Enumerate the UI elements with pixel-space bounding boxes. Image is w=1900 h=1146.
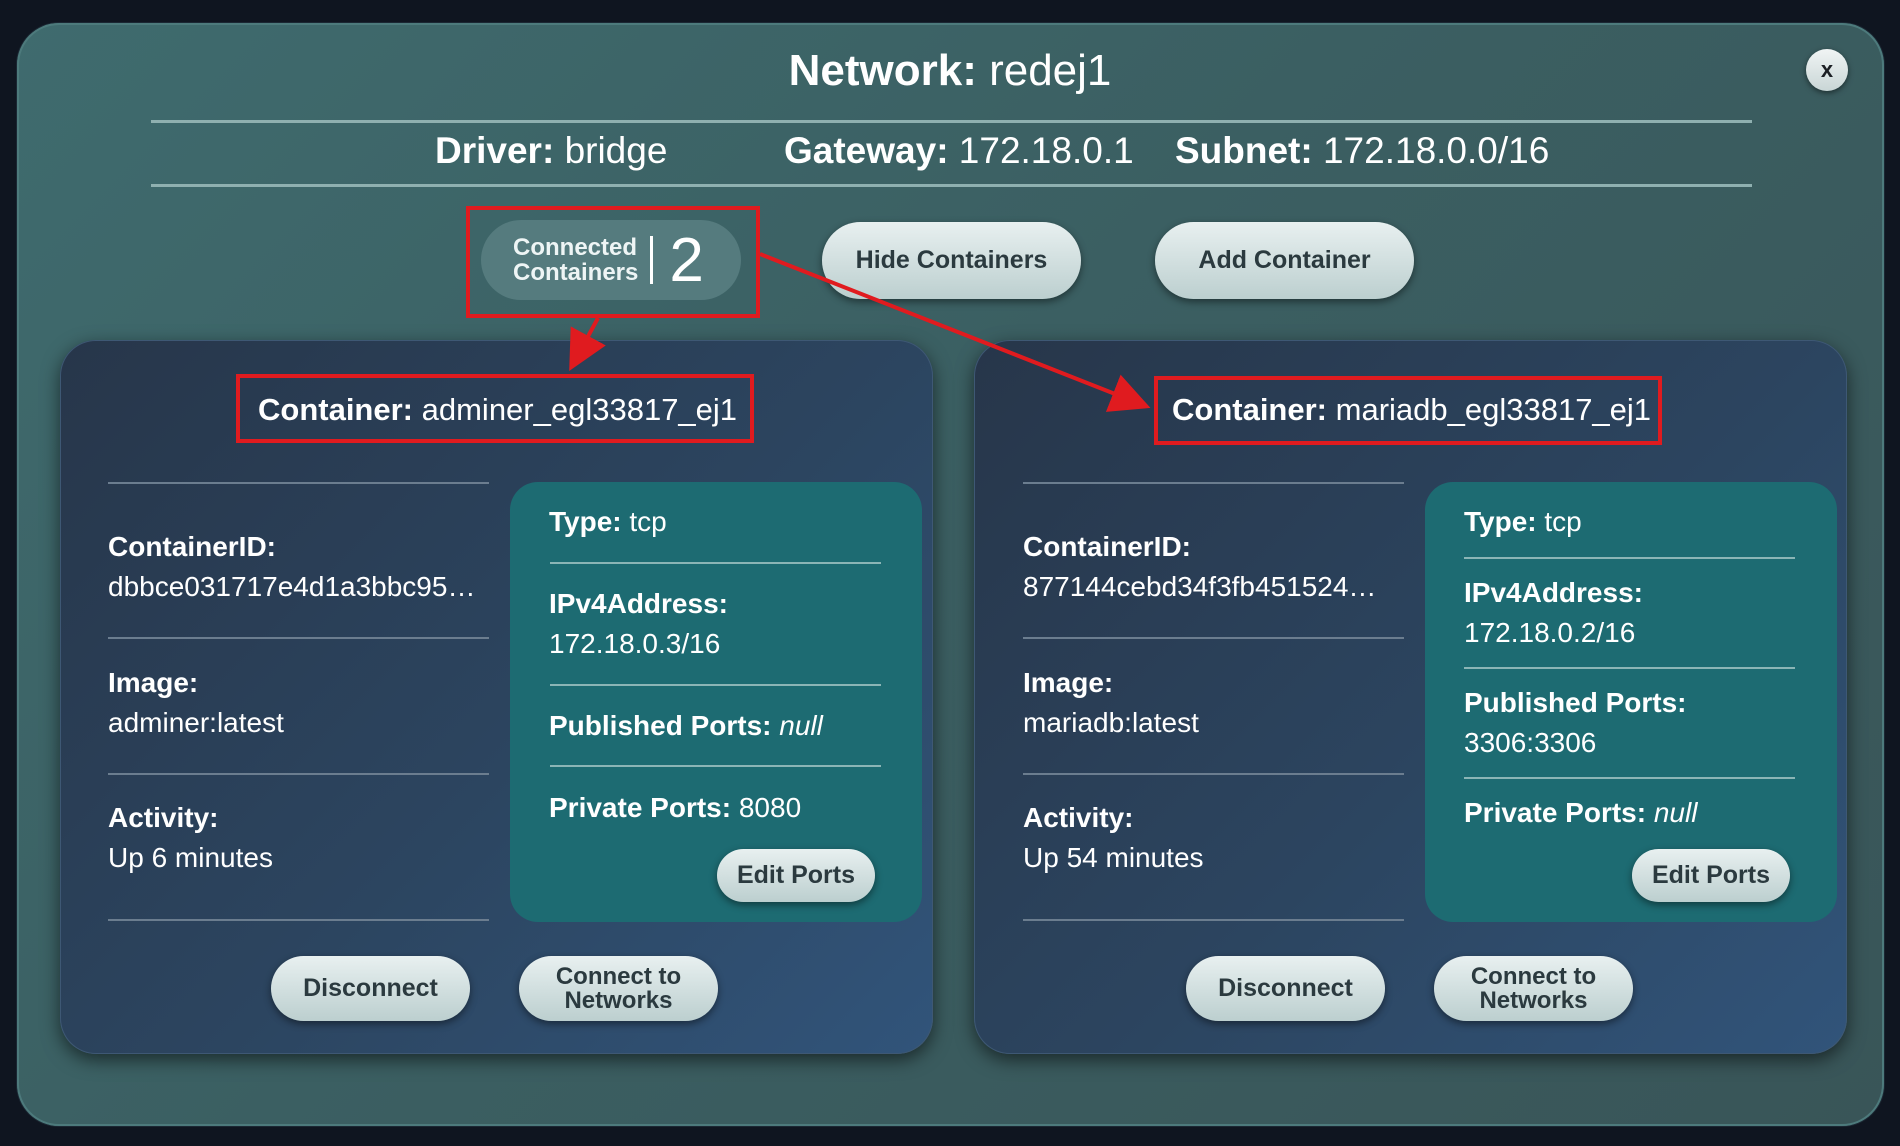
card-divider — [108, 919, 489, 921]
private-ports-info: Private Ports: 8080 — [549, 788, 801, 828]
subnet-info: Subnet: 172.18.0.0/16 — [1175, 130, 1549, 172]
gateway-value: 172.18.0.1 — [958, 130, 1134, 171]
image-label: Image: — [1023, 667, 1114, 698]
container-id: ContainerID: dbbce031717e4d1a3bbc95… — [108, 527, 475, 607]
ipv4-info: IPv4Address: 172.18.0.2/16 — [1464, 573, 1643, 653]
ipv4-label: IPv4Address: — [549, 588, 728, 619]
driver-label: Driver: — [435, 130, 555, 171]
private-ports-value: null — [1653, 797, 1698, 828]
card-divider — [1023, 637, 1404, 639]
container-image: Image: mariadb:latest — [1023, 663, 1199, 743]
highlight-connected-containers — [466, 206, 760, 318]
container-activity: Activity: Up 6 minutes — [108, 798, 273, 878]
container-id: ContainerID: 877144cebd34f3fb451524… — [1023, 527, 1376, 607]
published-ports-value: 3306:3306 — [1464, 727, 1597, 758]
type-label: Type: — [1464, 506, 1537, 537]
private-ports-label: Private Ports: — [549, 792, 732, 823]
container-id-label: ContainerID: — [1023, 531, 1191, 562]
connect-to-networks-button[interactable]: Connect to Networks — [519, 956, 718, 1021]
image-value: mariadb:latest — [1023, 707, 1199, 738]
type-info: Type: tcp — [549, 502, 667, 542]
type-value: tcp — [1544, 506, 1582, 537]
private-ports-value: 8080 — [738, 792, 802, 823]
ports-divider — [550, 765, 881, 767]
connect-line2: Networks — [564, 986, 673, 1014]
hide-containers-button[interactable]: Hide Containers — [822, 222, 1081, 299]
connect-to-networks-button[interactable]: Connect to Networks — [1434, 956, 1633, 1021]
connect-line1: Connect to — [555, 962, 682, 990]
divider-bottom — [151, 184, 1752, 187]
container-id-value: dbbce031717e4d1a3bbc95… — [108, 571, 476, 602]
card-divider — [1023, 482, 1404, 484]
card-divider — [1023, 919, 1404, 921]
subnet-value: 172.18.0.0/16 — [1322, 130, 1550, 171]
ports-divider — [550, 562, 881, 564]
subnet-label: Subnet: — [1175, 130, 1313, 171]
activity-label: Activity: — [108, 802, 219, 833]
highlight-container-mariadb — [1154, 376, 1662, 445]
card-divider — [108, 773, 489, 775]
published-ports-label: Published Ports: — [549, 710, 772, 741]
add-container-button[interactable]: Add Container — [1155, 222, 1414, 299]
private-ports-info: Private Ports: null — [1464, 793, 1697, 833]
card-divider — [108, 637, 489, 639]
published-ports-info: Published Ports: 3306:3306 — [1464, 683, 1686, 763]
type-info: Type: tcp — [1464, 502, 1582, 542]
activity-value: Up 54 minutes — [1023, 842, 1204, 873]
highlight-container-adminer — [236, 374, 754, 443]
ports-divider — [550, 684, 881, 686]
edit-ports-button[interactable]: Edit Ports — [1632, 849, 1790, 902]
ipv4-info: IPv4Address: 172.18.0.3/16 — [549, 584, 728, 664]
image-label: Image: — [108, 667, 199, 698]
network-title-label: Network: — [788, 46, 977, 95]
card-divider — [1023, 773, 1404, 775]
ipv4-value: 172.18.0.3/16 — [549, 628, 721, 659]
connect-line2: Networks — [1479, 986, 1588, 1014]
published-ports-value: null — [779, 710, 823, 741]
driver-value: bridge — [564, 130, 668, 171]
network-name: redej1 — [989, 46, 1112, 95]
ipv4-value: 172.18.0.2/16 — [1464, 617, 1636, 648]
ipv4-label: IPv4Address: — [1464, 577, 1643, 608]
ports-divider — [1464, 557, 1795, 559]
network-title: Network: redej1 — [0, 46, 1900, 96]
type-label: Type: — [549, 506, 622, 537]
edit-ports-button[interactable]: Edit Ports — [717, 849, 875, 902]
disconnect-button[interactable]: Disconnect — [271, 956, 470, 1021]
published-ports-info: Published Ports: null — [549, 706, 823, 746]
image-value: adminer:latest — [108, 707, 284, 738]
divider-top — [151, 120, 1752, 123]
container-id-label: ContainerID: — [108, 531, 276, 562]
container-image: Image: adminer:latest — [108, 663, 284, 743]
private-ports-label: Private Ports: — [1464, 797, 1647, 828]
driver-info: Driver: bridge — [435, 130, 667, 172]
ports-divider — [1464, 777, 1795, 779]
gateway-info: Gateway: 172.18.0.1 — [784, 130, 1134, 172]
activity-label: Activity: — [1023, 802, 1134, 833]
gateway-label: Gateway: — [784, 130, 949, 171]
published-ports-label: Published Ports: — [1464, 687, 1687, 718]
ports-divider — [1464, 667, 1795, 669]
disconnect-button[interactable]: Disconnect — [1186, 956, 1385, 1021]
activity-value: Up 6 minutes — [108, 842, 273, 873]
type-value: tcp — [629, 506, 667, 537]
container-id-value: 877144cebd34f3fb451524… — [1023, 571, 1377, 602]
container-activity: Activity: Up 54 minutes — [1023, 798, 1204, 878]
connect-line1: Connect to — [1470, 962, 1597, 990]
card-divider — [108, 482, 489, 484]
